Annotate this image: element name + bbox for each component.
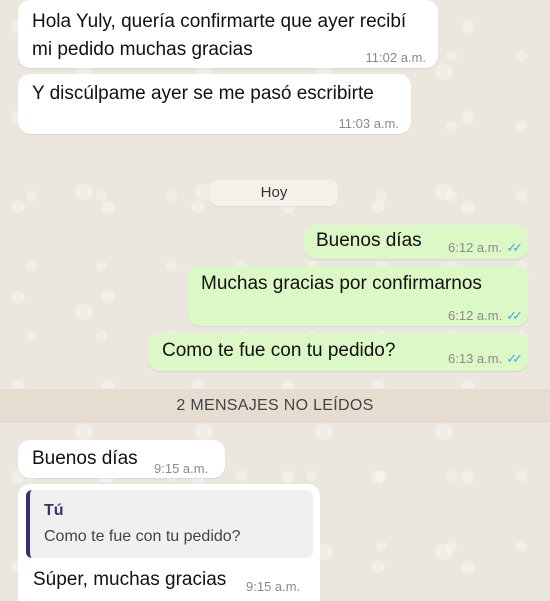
message-text-line-1: Hola Yuly, quería confirmarte que ayer r…	[32, 11, 407, 32]
double-check-icon: ✓✓	[506, 240, 523, 255]
message-time: 11:03 a.m.	[338, 116, 399, 131]
outgoing-message[interactable]: Muchas gracias por confirmarnos 6:12 a.m…	[188, 266, 528, 326]
unread-messages-banner: 2 MENSAJES NO LEÍDOS	[0, 389, 550, 423]
message-time: 11:02 a.m.	[365, 50, 426, 65]
outgoing-message[interactable]: Buenos días 6:12 a.m. ✓✓	[304, 225, 528, 259]
message-text: Como te fue con tu pedido?	[162, 340, 396, 361]
outgoing-message[interactable]: Como te fue con tu pedido? 6:13 a.m. ✓✓	[148, 333, 528, 371]
incoming-message[interactable]: Buenos días 9:15 a.m.	[18, 440, 225, 478]
message-time: 6:13 a.m.	[448, 351, 503, 366]
message-time-status: 6:12 a.m. ✓✓	[448, 304, 523, 328]
double-check-icon: ✓✓	[506, 351, 523, 366]
message-text: Súper, muchas gracias	[33, 569, 227, 590]
message-text: Muchas gracias por confirmarnos	[201, 273, 482, 294]
quoted-message[interactable]: Tú Como te fue con tu pedido?	[26, 490, 313, 558]
message-time: 9:15 a.m.	[154, 461, 209, 476]
date-separator: Hoy	[210, 180, 338, 206]
message-time-status: 6:12 a.m. ✓✓	[448, 236, 523, 260]
incoming-message[interactable]: Y discúlpame ayer se me pasó escribirte …	[18, 74, 411, 134]
double-check-icon: ✓✓	[506, 308, 523, 323]
message-text: Y discúlpame ayer se me pasó escribirte	[32, 83, 374, 104]
message-text-line-2: mi pedido muchas gracias	[32, 39, 253, 60]
incoming-message[interactable]: Hola Yuly, quería confirmarte que ayer r…	[18, 0, 438, 68]
message-time: 6:12 a.m.	[448, 240, 503, 255]
message-time: 6:12 a.m.	[448, 308, 503, 323]
message-text: Buenos días	[32, 448, 138, 469]
message-time-status: 6:13 a.m. ✓✓	[448, 347, 523, 371]
message-time: 9:15 a.m.	[246, 579, 301, 594]
message-text: Buenos días	[316, 230, 422, 251]
quote-text: Como te fue con tu pedido?	[44, 528, 241, 545]
quote-author: Tú	[44, 502, 64, 519]
